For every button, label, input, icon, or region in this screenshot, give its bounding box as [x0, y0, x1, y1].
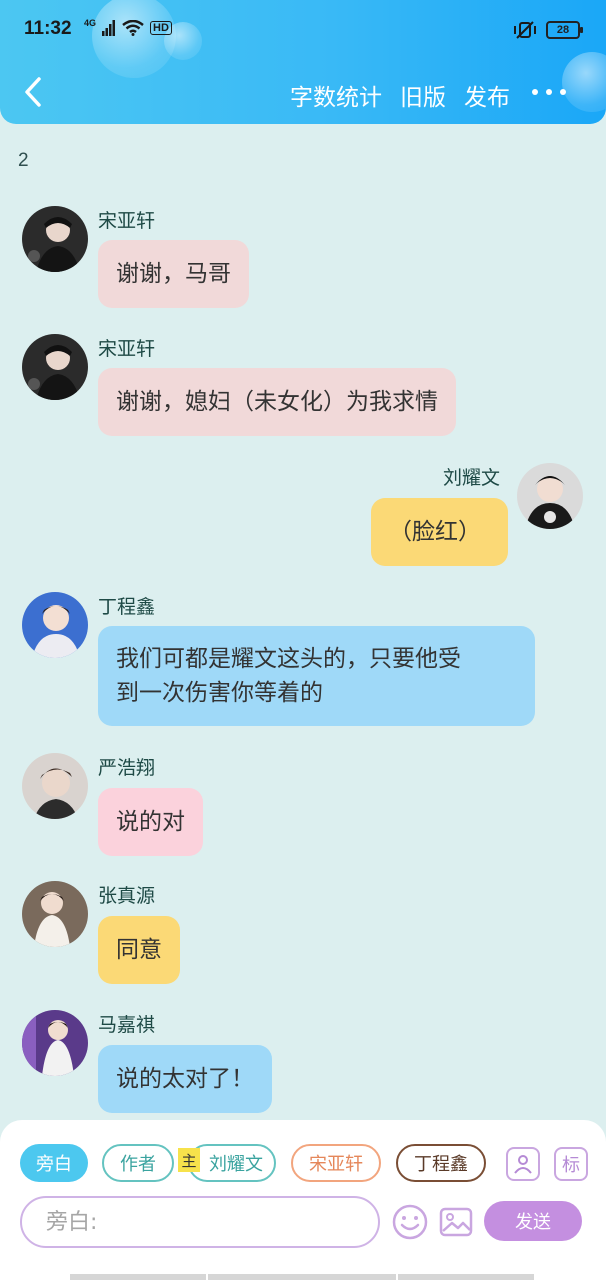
- message-bubble[interactable]: 说的太对了！: [98, 1045, 272, 1113]
- image-button[interactable]: [436, 1202, 476, 1242]
- signal-icon: [102, 20, 116, 36]
- message-bubble[interactable]: 我们可都是耀文这头的，只要他受 到一次伤害你等着的: [98, 626, 535, 726]
- avatar[interactable]: [22, 881, 88, 947]
- message-line: 到一次伤害你等着的: [116, 680, 323, 706]
- wifi-icon: [122, 20, 144, 36]
- emoji-button[interactable]: [390, 1202, 430, 1242]
- role-chip-author[interactable]: 作者: [102, 1144, 174, 1182]
- back-button[interactable]: [18, 72, 48, 112]
- old-version-button[interactable]: 旧版: [400, 78, 446, 112]
- role-chip-narration[interactable]: 旁白: [20, 1144, 88, 1182]
- avatar-image: [517, 463, 583, 529]
- avatar[interactable]: [22, 753, 88, 819]
- avatar[interactable]: [22, 334, 88, 400]
- mute-vibrate-icon: [514, 21, 536, 39]
- publish-button[interactable]: 发布: [464, 78, 510, 112]
- nav-bar-segment: [398, 1274, 534, 1280]
- main-role-tag: 主: [178, 1148, 200, 1172]
- avatar-image: [22, 881, 88, 947]
- chapter-number: 2: [18, 150, 29, 171]
- app-header: 11:32 4G HD 28 字数统计 旧版 发布: [0, 0, 606, 124]
- message-bubble[interactable]: （脸红）: [371, 498, 508, 566]
- nav-bar-segment: [208, 1274, 396, 1280]
- more-button[interactable]: [532, 78, 566, 106]
- status-right: 28: [512, 20, 583, 40]
- status-time: 11:32: [24, 18, 72, 39]
- message-bubble[interactable]: 谢谢，媳妇（未女化）为我求情: [98, 368, 456, 436]
- send-button[interactable]: 发送: [484, 1201, 582, 1241]
- sender-name: 马嘉祺: [98, 1014, 156, 1036]
- role-chip-song-yaxuan[interactable]: 宋亚轩: [291, 1144, 381, 1182]
- sender-name: 丁程鑫: [98, 596, 156, 618]
- message-line: 我们可都是耀文这头的，只要他受: [116, 646, 461, 672]
- back-arrow-icon: [25, 77, 41, 107]
- avatar[interactable]: [22, 592, 88, 658]
- role-manage-button[interactable]: [506, 1147, 540, 1181]
- header-actions: 字数统计 旧版 发布: [290, 78, 510, 112]
- avatar[interactable]: [22, 206, 88, 272]
- word-count-button[interactable]: 字数统计: [290, 78, 382, 112]
- avatar-image: [22, 1010, 88, 1076]
- sender-name: 张真源: [98, 885, 156, 907]
- avatar[interactable]: [22, 1010, 88, 1076]
- more-icon-dot: [546, 89, 552, 95]
- image-icon: [439, 1207, 473, 1237]
- emoji-icon: [392, 1204, 428, 1240]
- battery-indicator: 28: [546, 21, 583, 39]
- sender-name: 刘耀文: [443, 467, 501, 489]
- avatar-image: [22, 206, 88, 272]
- message-bubble[interactable]: 谢谢，马哥: [98, 240, 249, 308]
- hd-label: HD: [150, 21, 172, 35]
- status-icons: 4G HD: [84, 18, 172, 36]
- avatar-image: [22, 334, 88, 400]
- message-bubble[interactable]: 同意: [98, 916, 180, 984]
- avatar-image: [22, 753, 88, 819]
- sender-name: 宋亚轩: [98, 210, 156, 232]
- message-bubble[interactable]: 说的对: [98, 788, 203, 856]
- decor-bubble: [562, 52, 606, 112]
- mark-button[interactable]: 标: [554, 1147, 588, 1181]
- more-icon: [532, 89, 538, 95]
- avatar[interactable]: [517, 463, 583, 529]
- avatar-image: [22, 592, 88, 658]
- role-chip-ding-chengxin[interactable]: 丁程鑫: [396, 1144, 486, 1182]
- network-label: 4G: [84, 18, 97, 28]
- role-manage-icon: [514, 1155, 532, 1174]
- sender-name: 宋亚轩: [98, 338, 156, 360]
- more-icon-dot: [560, 89, 566, 95]
- role-chip-liu-yaowen[interactable]: 刘耀文: [188, 1144, 276, 1182]
- message-input[interactable]: [20, 1196, 380, 1248]
- sender-name: 严浩翔: [98, 757, 156, 779]
- nav-bar-segment: [70, 1274, 206, 1280]
